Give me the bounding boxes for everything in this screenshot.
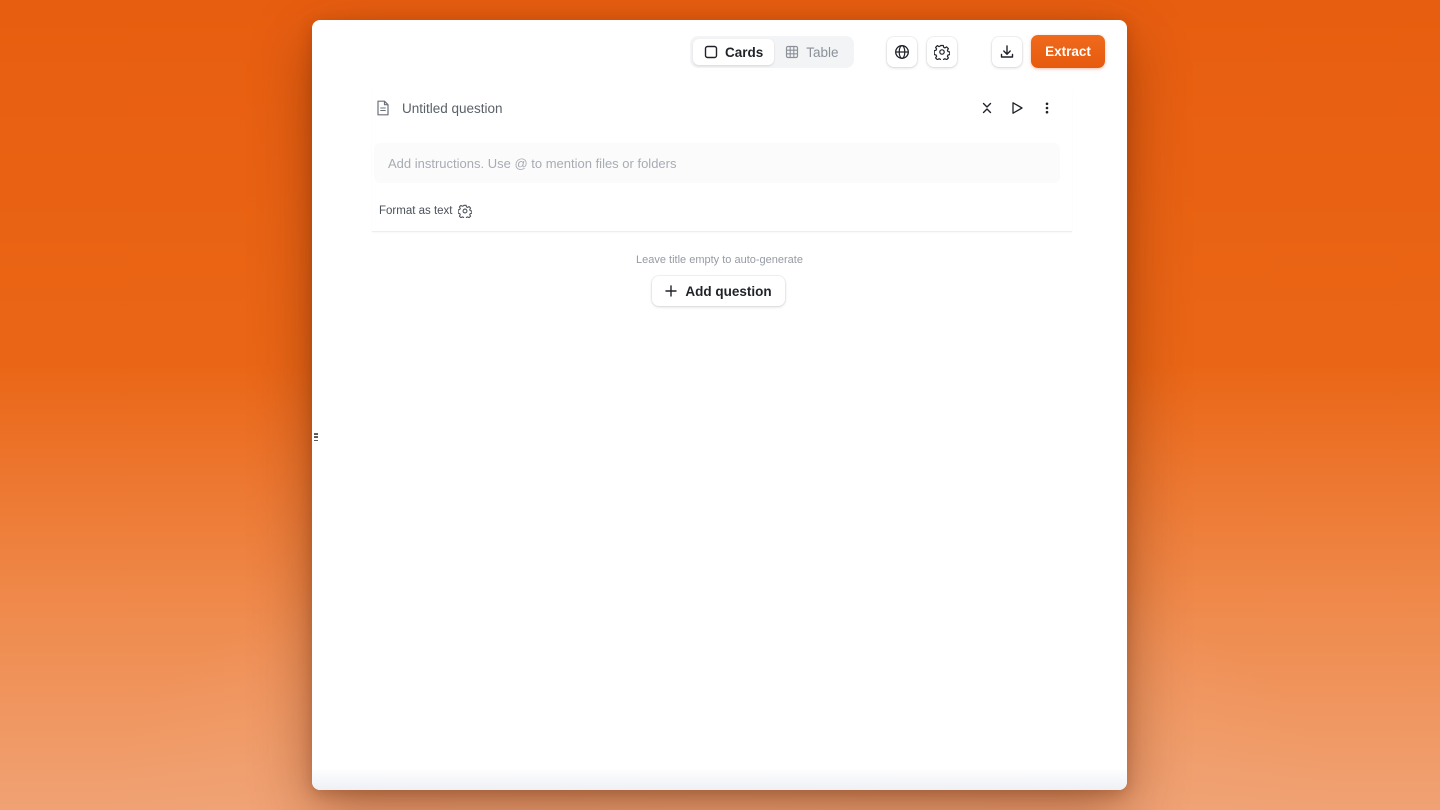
format-label: Format as text	[379, 205, 453, 217]
download-icon	[999, 44, 1015, 60]
settings-button[interactable]	[927, 37, 957, 67]
tab-cards[interactable]: Cards	[693, 39, 775, 65]
collapse-icon	[980, 101, 994, 115]
bottom-edge	[312, 768, 1127, 790]
document-icon	[376, 100, 390, 116]
language-button[interactable]	[887, 37, 917, 67]
view-toggle: Cards Table	[690, 36, 854, 68]
gear-icon	[934, 44, 950, 60]
download-button[interactable]	[992, 37, 1022, 67]
run-button[interactable]	[1008, 99, 1026, 117]
add-question-button[interactable]: Add question	[652, 276, 785, 306]
table-icon	[785, 45, 799, 59]
resize-handle[interactable]	[314, 433, 318, 442]
format-selector[interactable]: Format as text	[379, 204, 472, 218]
square-icon	[704, 45, 718, 59]
plus-icon	[665, 285, 678, 297]
add-question-label: Add question	[685, 283, 772, 299]
collapse-button[interactable]	[978, 99, 996, 117]
more-button[interactable]	[1038, 99, 1056, 117]
tab-cards-label: Cards	[725, 44, 764, 60]
question-header: Untitled question	[372, 88, 1072, 128]
play-icon	[1010, 101, 1024, 115]
question-card: Untitled question Format as text	[372, 88, 1072, 232]
instructions-input[interactable]	[374, 143, 1060, 183]
more-vertical-icon	[1040, 101, 1054, 115]
globe-icon	[894, 44, 910, 60]
tab-table[interactable]: Table	[774, 39, 849, 65]
app-window: Cards Table Extract Untitled question Ad…	[312, 20, 1127, 790]
question-title[interactable]: Untitled question	[402, 101, 503, 116]
tab-table-label: Table	[806, 44, 839, 60]
auto-generate-hint: Leave title empty to auto-generate	[636, 254, 803, 266]
extract-button[interactable]: Extract	[1031, 35, 1105, 68]
gear-icon	[457, 204, 472, 218]
